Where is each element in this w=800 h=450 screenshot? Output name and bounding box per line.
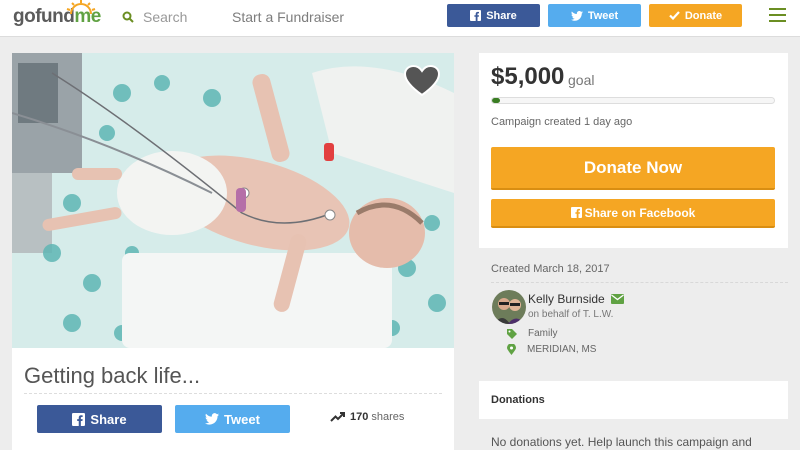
envelope-icon[interactable] <box>610 294 624 304</box>
hamburger-menu-icon[interactable] <box>769 8 786 22</box>
top-nav: gofundme Search Start a Fundraiser Share… <box>0 0 800 37</box>
twitter-bird-icon <box>570 10 583 21</box>
tweet-button[interactable]: Tweet <box>175 405 290 433</box>
header-donate-button[interactable]: Donate <box>649 4 742 27</box>
location-label: MERIDIAN, MS <box>527 344 597 355</box>
search-label: Search <box>143 9 188 25</box>
donations-title: Donations <box>491 394 545 406</box>
facebook-icon <box>570 207 582 218</box>
share-on-facebook-button[interactable]: Share on Facebook <box>491 199 775 228</box>
facebook-icon <box>72 412 86 426</box>
shares-count: 170 <box>350 411 369 423</box>
donate-now-button[interactable]: Donate Now <box>491 147 775 190</box>
facebook-icon <box>470 10 482 21</box>
campaign-created-relative: Campaign created 1 day ago <box>491 116 633 128</box>
category-row: Family <box>507 328 557 339</box>
goal-label: goal <box>568 72 595 88</box>
share-count: 170 shares <box>330 411 404 423</box>
organizer-divider <box>491 282 788 283</box>
trending-up-icon <box>330 412 345 422</box>
organizer-name-row[interactable]: Kelly Burnside <box>528 292 624 306</box>
organizer-name[interactable]: Kelly Burnside <box>528 292 605 306</box>
share-label: Share <box>90 411 127 427</box>
created-date: Created March 18, 2017 <box>491 263 610 275</box>
search-link[interactable]: Search <box>122 9 187 25</box>
header-share-label: Share <box>486 9 517 22</box>
baby-in-hospital-image <box>12 53 454 348</box>
campaign-title: Getting back life... <box>24 363 201 388</box>
share-on-facebook-label: Share on Facebook <box>584 205 696 220</box>
header-tweet-button[interactable]: Tweet <box>548 4 641 27</box>
header-donate-label: Donate <box>684 9 723 22</box>
progress-bar <box>491 97 775 104</box>
favorite-heart-icon[interactable] <box>403 64 441 102</box>
title-divider <box>24 393 442 394</box>
organizer-avatar[interactable] <box>492 290 526 324</box>
goal-card: $5,000 goal Campaign created 1 day ago D… <box>479 53 788 248</box>
share-button[interactable]: Share <box>37 405 162 433</box>
tag-icon <box>507 328 517 339</box>
sun-logo-icon <box>66 0 96 14</box>
tweet-label: Tweet <box>224 411 260 427</box>
checkmark-icon <box>669 11 680 20</box>
map-pin-icon <box>507 344 516 355</box>
start-fundraiser-link[interactable]: Start a Fundraiser <box>232 9 344 25</box>
twitter-bird-icon <box>205 413 220 425</box>
campaign-card: Getting back life... Share Tweet 170 sha… <box>12 53 454 450</box>
location-row: MERIDIAN, MS <box>507 344 596 355</box>
header-tweet-label: Tweet <box>587 9 619 22</box>
search-icon <box>122 11 134 23</box>
gofundme-logo[interactable]: gofundme <box>13 0 101 28</box>
donations-card: Donations <box>479 381 788 419</box>
no-donations-text: No donations yet. Help launch this campa… <box>491 435 752 449</box>
category-label[interactable]: Family <box>528 328 557 339</box>
on-behalf-of: on behalf of T. L.W. <box>528 309 614 320</box>
progress-fill <box>492 98 501 103</box>
campaign-photo <box>12 53 454 348</box>
shares-label: shares <box>371 411 405 423</box>
header-facebook-share-button[interactable]: Share <box>447 4 540 27</box>
goal-amount: $5,000 <box>491 63 565 90</box>
